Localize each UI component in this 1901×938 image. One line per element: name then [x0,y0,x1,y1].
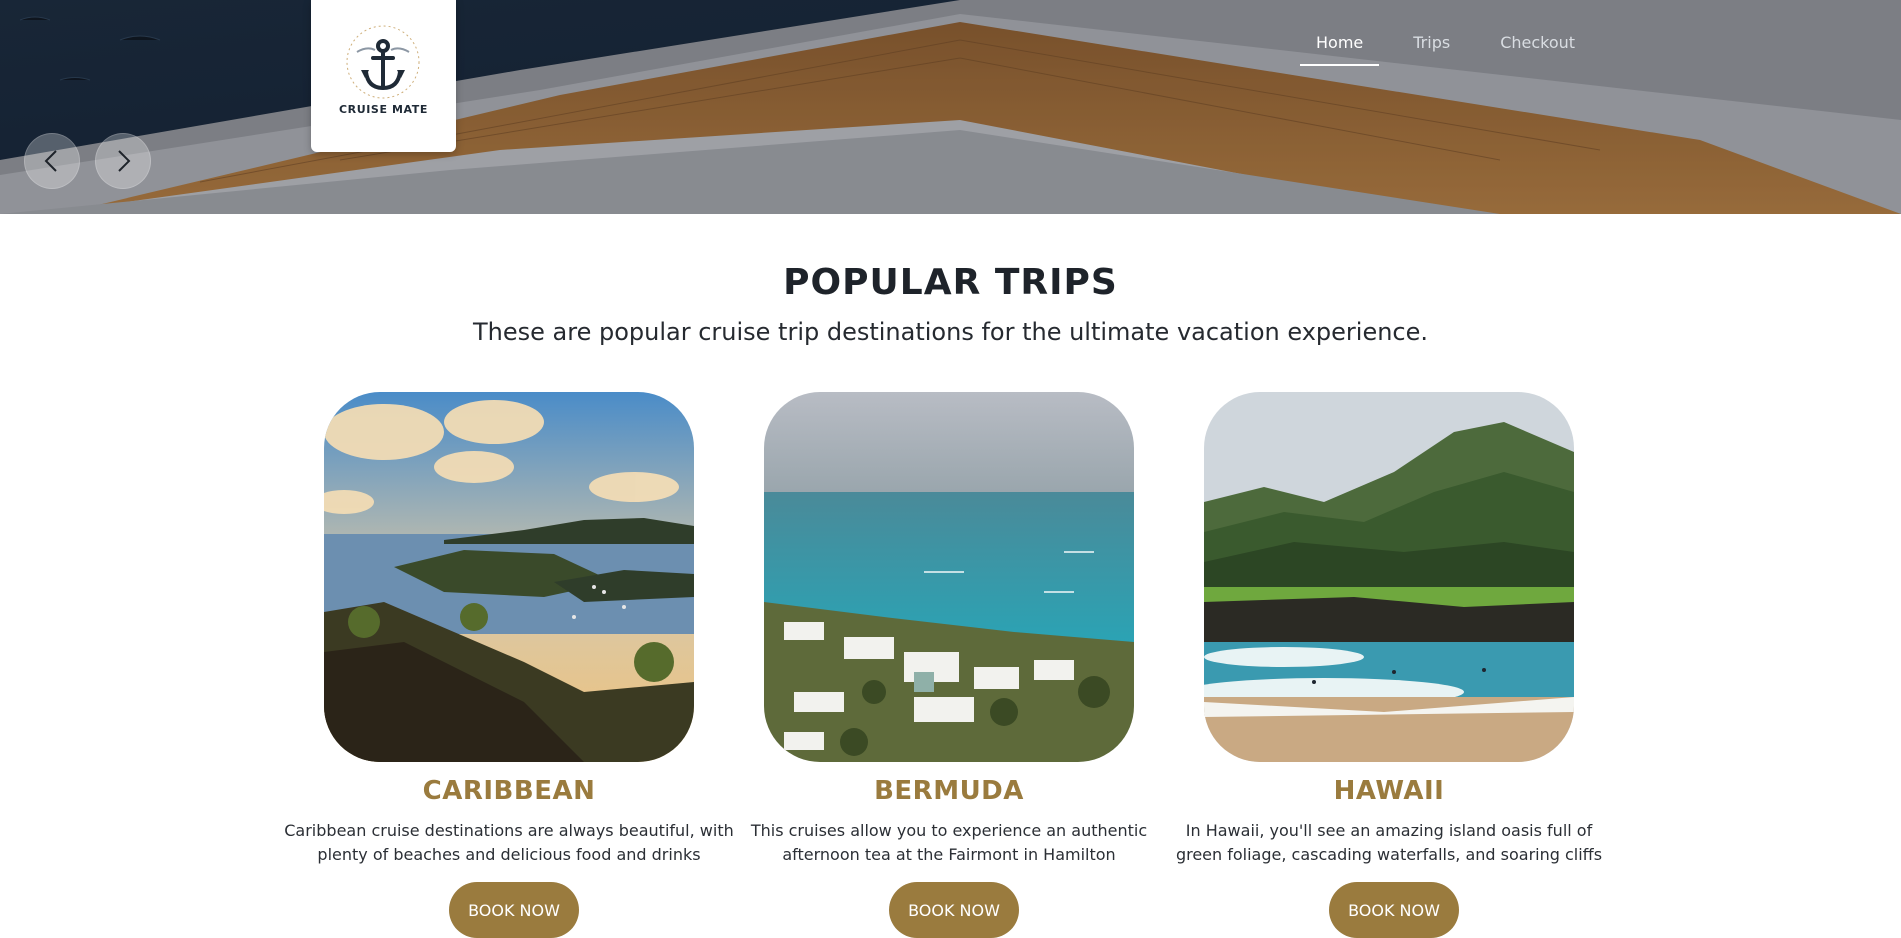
trip-description-line: afternoon tea at the Fairmont in Hamilto… [782,845,1116,864]
trip-description-line: green foliage, cascading waterfalls, and… [1175,845,1603,864]
trip-name: BERMUDA [874,776,1024,806]
trip-description-line: Caribbean cruise destinations are always… [284,821,734,840]
nav-trips[interactable]: Trips [1389,30,1466,66]
hero-banner: CRUISE MATE Home Trips Checkout [0,0,1901,214]
trip-description: This cruises allow you to experience an … [694,819,1204,867]
trip-image-bermuda[interactable] [764,392,1134,762]
trip-description: In Hawaii, you'll see an amazing island … [1134,819,1644,867]
chevron-left-icon [44,150,57,172]
nav-checkout[interactable]: Checkout [1466,30,1591,66]
anchor-icon [346,25,420,99]
section-subtitle: These are popular cruise trip destinatio… [472,318,1429,346]
nav-home[interactable]: Home [1300,30,1380,66]
trip-image-caribbean[interactable] [324,392,694,762]
brand-name: CRUISE MATE [338,103,429,116]
section-title: POPULAR TRIPS [783,262,1118,303]
trip-description-line: In Hawaii, you'll see an amazing island … [1185,821,1593,840]
carousel-prev-button[interactable] [24,133,80,189]
trip-image-hawaii[interactable] [1204,392,1574,762]
trip-description-line: plenty of beaches and delicious food and… [317,845,701,864]
book-now-button[interactable]: BOOK NOW [1329,882,1459,938]
carousel-next-button[interactable] [95,133,151,189]
book-now-button[interactable]: BOOK NOW [449,882,579,938]
trip-name: CARIBBEAN [422,776,596,806]
main-nav: Home Trips Checkout [1300,30,1591,66]
trip-name: HAWAII [1333,776,1445,806]
logo[interactable]: CRUISE MATE [311,0,456,152]
trip-description: Caribbean cruise destinations are always… [254,819,764,867]
chevron-right-icon [118,150,131,172]
book-now-button[interactable]: BOOK NOW [889,882,1019,938]
trip-description-line: This cruises allow you to experience an … [750,821,1148,840]
